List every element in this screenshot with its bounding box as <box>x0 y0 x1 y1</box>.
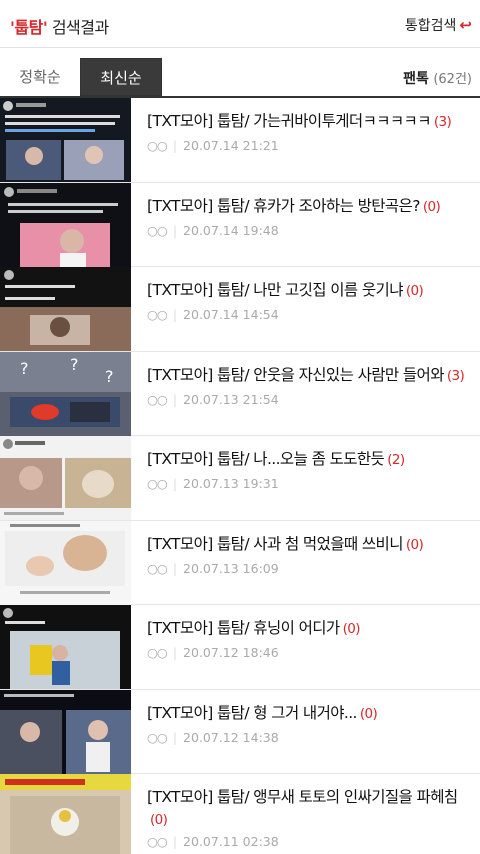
comment-count: (0) <box>405 536 424 553</box>
divider: | <box>172 476 178 491</box>
search-keyword: '툽탐' <box>10 18 48 37</box>
thumbnail-image[interactable] <box>0 182 131 267</box>
post-meta: ○○ | 20.07.11 02:38 <box>147 834 279 849</box>
list-item[interactable]: [TXT모아] 툽탐/ 나만 고깃집 이름 웃기냐 (0) ○○ | 20.07.… <box>0 267 480 352</box>
list-item[interactable]: [TXT모아] 툽탐/ 휴닝이 어디가 (0) ○○ | 20.07.12 18:… <box>0 605 480 690</box>
thumbnail-image[interactable] <box>0 605 131 689</box>
post-title[interactable]: [TXT모아] 툽탐/ 나만 고깃집 이름 웃기냐 (0) <box>147 279 472 302</box>
result-list: [TXT모아] 툽탐/ 가는귀바이투게더ㅋㅋㅋㅋㅋ (3) ○○ | 20.07.… <box>0 98 480 854</box>
author: ○○ <box>147 307 168 322</box>
post-meta: ○○ | 20.07.13 16:09 <box>147 561 279 576</box>
post-date: 20.07.14 14:54 <box>183 307 279 322</box>
post-title-text: [TXT모아] 툽탐/ 앵무새 토토의 인싸기질을 파헤침 <box>147 788 458 806</box>
author: ○○ <box>147 138 168 153</box>
post-meta: ○○ | 20.07.12 18:46 <box>147 645 279 660</box>
list-item[interactable]: [TXT모아] 툽탐/ 사과 첨 먹었을때 쓰비니 (0) ○○ | 20.07.… <box>0 520 480 605</box>
post-date: 20.07.13 21:54 <box>183 391 279 407</box>
thumbnail-image[interactable] <box>0 267 131 351</box>
divider: | <box>172 138 178 153</box>
thumbnail-image[interactable] <box>0 520 131 605</box>
post-title-text: [TXT모아] 툽탐/ 사과 첨 먹었을때 쓰비니 <box>147 534 403 553</box>
list-item[interactable]: [TXT모아] 툽탐/ 가는귀바이투게더ㅋㅋㅋㅋㅋ (3) ○○ | 20.07.… <box>0 98 480 183</box>
author: ○○ <box>147 560 168 576</box>
post-meta: ○○ | 20.07.12 14:38 <box>147 730 279 745</box>
svg-text:?: ? <box>20 359 29 378</box>
svg-text:?: ? <box>105 367 114 386</box>
divider: | <box>172 222 178 238</box>
board-filter[interactable]: 팬톡 (62건) <box>403 68 472 88</box>
post-date: 20.07.14 19:48 <box>183 222 279 238</box>
author: ○○ <box>147 476 168 491</box>
comment-count: (3) <box>433 114 452 130</box>
list-item[interactable]: [TXT모아] 툽탐/ 휴카가 조아하는 방탄곡은? (0) ○○ | 20.07… <box>0 182 480 267</box>
post-title[interactable]: [TXT모아] 툽탐/ 앵무새 토토의 인싸기질을 파헤침 (0) <box>147 786 472 831</box>
all-search-label: 통합검색 <box>404 18 457 34</box>
divider: | <box>172 307 178 322</box>
post-title-text: [TXT모아] 툽탐/ 안웃을 자신있는 사람만 들어와 <box>147 365 444 384</box>
board-name: 팬톡 <box>403 71 429 87</box>
post-title-text: [TXT모아] 툽탐/ 가는귀바이투게더ㅋㅋㅋㅋㅋ <box>147 112 431 130</box>
thumbnail-image[interactable] <box>0 436 131 520</box>
post-meta: ○○ | 20.07.13 21:54 <box>147 392 279 407</box>
divider: | <box>172 645 178 660</box>
divider: | <box>172 391 178 407</box>
comment-count: (0) <box>342 621 361 637</box>
post-title-text: [TXT모아] 툽탐/ 휴카가 조아하는 방탄곡은? <box>147 196 420 215</box>
post-title[interactable]: [TXT모아] 툽탐/ 휴닝이 어디가 (0) <box>147 617 472 640</box>
post-date: 20.07.12 18:46 <box>183 645 279 660</box>
comment-count: (0) <box>422 198 441 215</box>
author: ○○ <box>147 645 168 660</box>
post-date: 20.07.14 21:21 <box>183 138 279 153</box>
sort-tabs: 정확순 최신순 팬톡 (62건) <box>0 58 480 98</box>
comment-count: (3) <box>446 367 465 384</box>
post-title-text: [TXT모아] 툽탐/ 나만 고깃집 이름 웃기냐 <box>147 281 403 299</box>
result-count: (62건) <box>433 72 472 87</box>
post-title-text: [TXT모아] 툽탐/ 형 그거 내거야... <box>147 703 357 722</box>
page-title: '툽탐' 검색결과 <box>10 14 109 38</box>
post-title-text: [TXT모아] 툽탐/ 나...오늘 좀 도도한듯 <box>147 450 385 468</box>
post-meta: ○○ | 20.07.14 14:54 <box>147 307 279 322</box>
comment-count: (2) <box>387 452 405 468</box>
post-title-text: [TXT모아] 툽탐/ 휴닝이 어디가 <box>147 619 340 637</box>
divider: | <box>172 560 178 576</box>
post-meta: ○○ | 20.07.14 19:48 <box>147 223 279 238</box>
thumbnail-image[interactable] <box>0 689 131 774</box>
title-suffix: 검색결과 <box>47 18 109 37</box>
comment-count: (0) <box>150 812 168 828</box>
list-item[interactable]: [TXT모아] 툽탐/ 앵무새 토토의 인싸기질을 파헤침 (0) ○○ | 20… <box>0 774 480 854</box>
thumbnail-image[interactable]: ? ? ? <box>0 351 131 436</box>
author: ○○ <box>147 834 168 849</box>
comment-count: (0) <box>405 283 424 299</box>
post-title[interactable]: [TXT모아] 툽탐/ 사과 첨 먹었을때 쓰비니 (0) <box>147 533 472 556</box>
author: ○○ <box>147 729 168 745</box>
post-date: 20.07.11 02:38 <box>183 834 279 849</box>
tab-accuracy[interactable]: 정확순 <box>0 58 80 96</box>
post-date: 20.07.12 14:38 <box>183 729 279 745</box>
return-arrow-icon: ↩ <box>459 16 472 34</box>
post-title[interactable]: [TXT모아] 툽탐/ 형 그거 내거야... (0) <box>147 702 472 725</box>
post-meta: ○○ | 20.07.13 19:31 <box>147 476 279 491</box>
tab-latest[interactable]: 최신순 <box>80 58 162 96</box>
divider: | <box>172 834 178 849</box>
comment-count: (0) <box>359 705 378 722</box>
author: ○○ <box>147 391 168 407</box>
list-item[interactable]: [TXT모아] 툽탐/ 나...오늘 좀 도도한듯 (2) ○○ | 20.07.… <box>0 436 480 521</box>
search-header: '툽탐' 검색결과 통합검색 ↩ <box>0 0 480 48</box>
list-item[interactable]: ? ? ? [TXT모아] 툽탐/ 안웃을 자신있는 사람만 들어와 (3) ○○… <box>0 351 480 436</box>
thumbnail-image[interactable] <box>0 98 131 182</box>
post-title[interactable]: [TXT모아] 툽탐/ 가는귀바이투게더ㅋㅋㅋㅋㅋ (3) <box>147 110 472 133</box>
thumbnail-image[interactable] <box>0 774 131 854</box>
author: ○○ <box>147 222 168 238</box>
post-date: 20.07.13 19:31 <box>183 476 279 491</box>
svg-text:?: ? <box>70 355 79 374</box>
post-title[interactable]: [TXT모아] 툽탐/ 안웃을 자신있는 사람만 들어와 (3) <box>147 364 472 387</box>
post-meta: ○○ | 20.07.14 21:21 <box>147 138 279 153</box>
all-search-button[interactable]: 통합검색 ↩ <box>405 15 472 35</box>
divider: | <box>172 729 178 745</box>
post-title[interactable]: [TXT모아] 툽탐/ 휴카가 조아하는 방탄곡은? (0) <box>147 195 472 218</box>
post-title[interactable]: [TXT모아] 툽탐/ 나...오늘 좀 도도한듯 (2) <box>147 448 472 471</box>
post-date: 20.07.13 16:09 <box>183 560 279 576</box>
list-item[interactable]: [TXT모아] 툽탐/ 형 그거 내거야... (0) ○○ | 20.07.12… <box>0 689 480 774</box>
